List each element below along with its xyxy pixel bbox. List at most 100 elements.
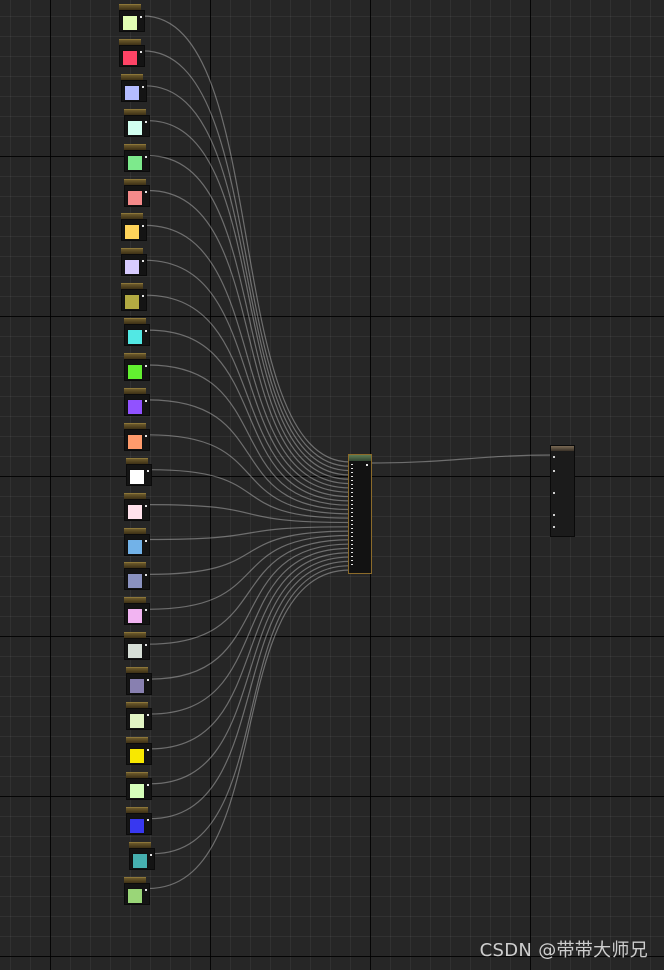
color-swatch[interactable] [127, 433, 143, 450]
output-pin[interactable] [145, 888, 147, 891]
color-constant-node[interactable] [124, 492, 150, 521]
color-swatch[interactable] [129, 468, 145, 485]
color-constant-node[interactable] [126, 702, 152, 730]
color-constant-node[interactable] [124, 562, 150, 591]
wire[interactable] [142, 15, 351, 463]
output-pin[interactable] [147, 714, 149, 716]
output-pin[interactable] [145, 644, 147, 647]
wire[interactable] [147, 364, 351, 506]
color-swatch[interactable] [127, 538, 143, 555]
color-constant-node[interactable] [124, 178, 150, 207]
color-swatch[interactable] [129, 678, 145, 695]
target-pin[interactable] [553, 526, 555, 528]
color-constant-node[interactable] [126, 457, 152, 486]
color-swatch[interactable] [122, 15, 138, 31]
color-swatch[interactable] [127, 154, 143, 171]
target-pin[interactable] [553, 470, 555, 472]
output-pin[interactable] [145, 155, 147, 158]
output-pin[interactable] [142, 85, 144, 88]
output-pin[interactable] [142, 295, 144, 298]
color-swatch[interactable] [127, 119, 143, 136]
color-swatch[interactable] [124, 224, 140, 241]
color-swatch[interactable] [122, 49, 138, 66]
color-constant-node[interactable] [121, 283, 147, 312]
output-pin[interactable] [145, 190, 147, 193]
output-pin[interactable] [145, 330, 147, 333]
output-pin[interactable] [142, 225, 144, 228]
target-pin[interactable] [553, 514, 555, 516]
make-array-node[interactable] [348, 454, 372, 574]
color-constant-node[interactable] [124, 632, 150, 661]
output-pin[interactable] [145, 365, 147, 367]
color-swatch[interactable] [129, 713, 145, 729]
output-pin[interactable] [145, 574, 147, 577]
output-pin[interactable] [147, 818, 149, 821]
target-input-pin[interactable] [553, 456, 555, 458]
color-constant-node[interactable] [126, 736, 152, 765]
color-swatch[interactable] [127, 398, 143, 415]
color-constant-node[interactable] [126, 806, 152, 835]
color-constant-node[interactable] [124, 318, 150, 347]
target-node-header[interactable] [551, 446, 574, 451]
make-array-node-header[interactable] [349, 455, 371, 461]
color-constant-node[interactable] [121, 213, 147, 242]
output-pin[interactable] [145, 399, 147, 402]
color-constant-node[interactable] [124, 876, 150, 905]
wire[interactable] [144, 259, 351, 493]
wire[interactable] [147, 539, 351, 645]
output-pin[interactable] [150, 853, 152, 856]
array-output-pin[interactable] [366, 464, 368, 466]
output-pin[interactable] [145, 539, 147, 542]
wire[interactable] [147, 155, 351, 480]
color-constant-node[interactable] [124, 353, 150, 381]
wire[interactable] [147, 329, 351, 502]
color-swatch[interactable] [127, 608, 143, 625]
output-pin[interactable] [145, 434, 147, 437]
color-constant-node[interactable] [129, 841, 155, 870]
color-constant-node[interactable] [124, 387, 150, 416]
color-swatch[interactable] [129, 817, 145, 834]
color-constant-node[interactable] [121, 248, 147, 277]
output-pin[interactable] [147, 469, 149, 472]
color-constant-node[interactable] [121, 73, 147, 102]
color-swatch[interactable] [124, 84, 140, 101]
color-constant-node[interactable] [124, 422, 150, 451]
color-constant-node[interactable] [126, 667, 152, 696]
output-pin[interactable] [145, 120, 147, 123]
color-constant-node[interactable] [124, 108, 150, 137]
color-swatch[interactable] [129, 782, 145, 799]
color-constant-node[interactable] [126, 771, 152, 800]
wire[interactable] [149, 560, 351, 820]
color-swatch[interactable] [127, 329, 143, 346]
color-constant-node[interactable] [124, 597, 150, 626]
output-pin[interactable] [142, 260, 144, 263]
color-swatch[interactable] [127, 503, 143, 520]
color-swatch[interactable] [127, 364, 143, 380]
wire[interactable] [147, 569, 351, 890]
wire[interactable] [149, 552, 351, 750]
color-swatch[interactable] [127, 189, 143, 206]
graph-canvas[interactable]: CSDN @带带大师兄 [0, 0, 664, 970]
color-swatch[interactable] [124, 294, 140, 311]
output-pin[interactable] [145, 609, 147, 612]
output-pin[interactable] [147, 783, 149, 786]
wire[interactable] [147, 189, 351, 485]
output-pin[interactable] [147, 679, 149, 682]
target-pin[interactable] [553, 492, 555, 494]
color-swatch[interactable] [132, 852, 148, 869]
color-constant-node[interactable] [124, 143, 150, 172]
output-pin[interactable] [140, 16, 142, 18]
color-swatch[interactable] [127, 573, 143, 590]
color-constant-node[interactable] [119, 38, 145, 67]
wire[interactable] [149, 543, 351, 680]
output-pin[interactable] [140, 50, 142, 53]
wire[interactable] [147, 120, 351, 476]
output-pin[interactable] [147, 748, 149, 751]
wire[interactable] [142, 50, 351, 467]
color-swatch[interactable] [127, 887, 143, 904]
target-node[interactable] [550, 445, 575, 537]
array-input-pins[interactable] [351, 464, 353, 566]
output-wire[interactable] [369, 454, 554, 464]
color-constant-node[interactable] [119, 4, 145, 32]
output-pin[interactable] [145, 504, 147, 507]
